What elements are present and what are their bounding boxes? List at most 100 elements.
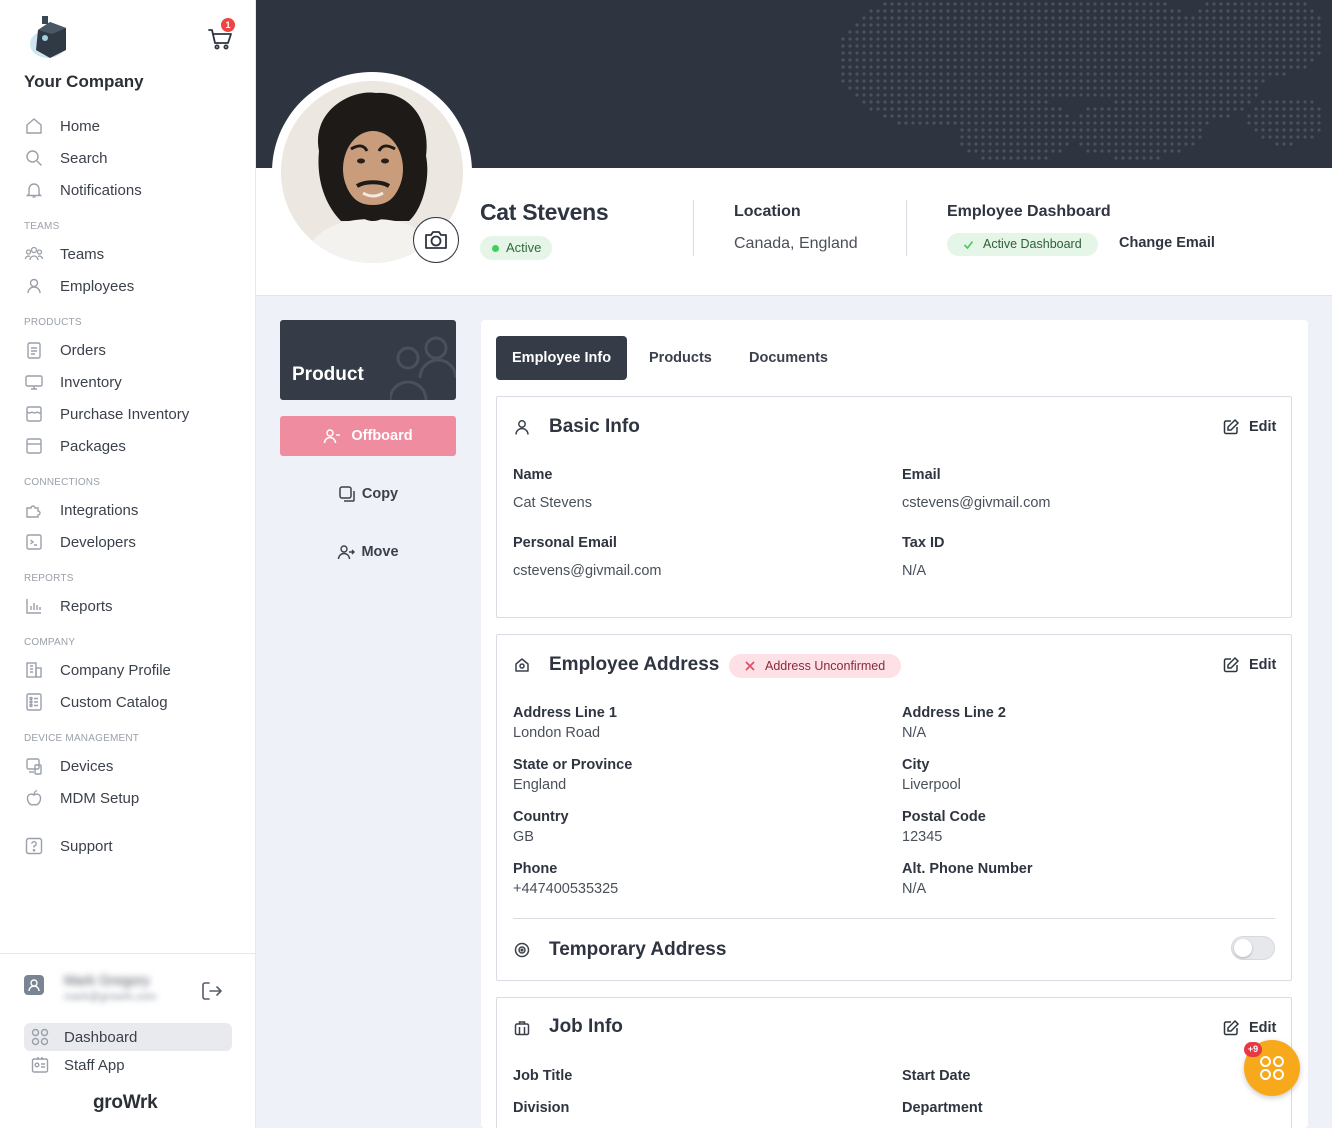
map-dot <box>1030 72 1034 76</box>
sidebar-item-notifications[interactable]: Notifications <box>24 174 234 206</box>
map-dot <box>1009 65 1013 69</box>
map-dot <box>1100 93 1104 97</box>
map-dot <box>918 16 922 20</box>
map-dot <box>1261 23 1265 27</box>
map-dot <box>1233 86 1237 90</box>
map-dot <box>1156 121 1160 125</box>
map-dot <box>1149 72 1153 76</box>
offboard-button[interactable]: Offboard <box>280 416 456 456</box>
map-dot <box>1219 65 1223 69</box>
map-dot <box>1023 51 1027 55</box>
change-email-link[interactable]: Change Email <box>1119 235 1215 251</box>
map-dot <box>925 30 929 34</box>
map-dot <box>960 23 964 27</box>
map-dot <box>1009 30 1013 34</box>
map-dot <box>1156 23 1160 27</box>
map-dot <box>1030 16 1034 20</box>
map-dot <box>1289 100 1293 104</box>
sidebar-item-support[interactable]: Support <box>24 830 234 862</box>
job-info-edit-button[interactable]: Edit <box>1222 1019 1276 1037</box>
map-dot <box>1233 72 1237 76</box>
map-dot <box>890 51 894 55</box>
map-dot <box>1282 2 1286 6</box>
sidebar-item-staff-app[interactable]: Staff App <box>24 1051 232 1079</box>
map-dot <box>911 65 915 69</box>
map-dot <box>1275 16 1279 20</box>
map-dot <box>1058 128 1062 132</box>
avatar[interactable] <box>24 975 44 995</box>
map-dot <box>946 100 950 104</box>
sidebar-item-company-profile[interactable]: Company Profile <box>24 654 234 686</box>
sidebar-item-custom-catalog[interactable]: Custom Catalog <box>24 686 234 718</box>
move-button[interactable]: Move <box>280 537 456 567</box>
sidebar-item-developers[interactable]: Developers <box>24 526 234 558</box>
change-photo-button[interactable] <box>413 217 459 263</box>
map-dot <box>869 100 873 104</box>
map-dot <box>1128 149 1132 153</box>
tab-employee-info[interactable]: Employee Info <box>496 336 628 380</box>
sidebar-item-mdm-setup[interactable]: MDM Setup <box>24 782 234 814</box>
tab-documents[interactable]: Documents <box>749 336 828 380</box>
map-dot <box>1233 23 1237 27</box>
copy-button[interactable]: Copy <box>280 479 456 509</box>
map-dot <box>981 142 985 146</box>
map-dot <box>1156 128 1160 132</box>
map-dot <box>988 142 992 146</box>
map-dot <box>1191 135 1195 139</box>
map-dot <box>1002 23 1006 27</box>
map-dot <box>1275 30 1279 34</box>
map-dot <box>1149 9 1153 13</box>
map-dot <box>1072 121 1076 125</box>
map-dot <box>876 100 880 104</box>
basic-info-edit-button[interactable]: Edit <box>1222 418 1276 436</box>
map-dot <box>1037 16 1041 20</box>
map-dot <box>1170 30 1174 34</box>
map-dot <box>897 93 901 97</box>
logout-icon[interactable] <box>200 980 224 1002</box>
map-dot <box>925 86 929 90</box>
map-dot <box>1093 93 1097 97</box>
sidebar-item-search[interactable]: Search <box>24 142 234 174</box>
sidebar-item-inventory[interactable]: Inventory <box>24 366 234 398</box>
tab-products[interactable]: Products <box>649 336 712 380</box>
map-dot <box>1177 128 1181 132</box>
map-dot <box>946 72 950 76</box>
sidebar-item-dashboard[interactable]: Dashboard <box>24 1023 232 1051</box>
map-dot <box>1226 93 1230 97</box>
map-dot <box>1163 72 1167 76</box>
map-dot <box>876 44 880 48</box>
map-dot <box>1051 142 1055 146</box>
map-dot <box>1289 135 1293 139</box>
map-dot <box>1100 9 1104 13</box>
sidebar-item-devices[interactable]: Devices <box>24 750 234 782</box>
sidebar-item-packages[interactable]: Packages <box>24 430 234 462</box>
sidebar-item-teams[interactable]: Teams <box>24 238 234 270</box>
map-dot <box>995 79 999 83</box>
sidebar-item-purchase-inventory[interactable]: Purchase Inventory <box>24 398 234 430</box>
sidebar-item-home[interactable]: Home <box>24 110 234 142</box>
map-dot <box>1079 128 1083 132</box>
map-dot <box>995 16 999 20</box>
sidebar-item-integrations[interactable]: Integrations <box>24 494 234 526</box>
product-card[interactable]: Product <box>280 320 456 400</box>
map-dot <box>1128 2 1132 6</box>
map-dot <box>904 93 908 97</box>
map-dot <box>946 107 950 111</box>
company-logo[interactable] <box>26 12 76 62</box>
personal-email-label: Personal Email <box>513 535 617 551</box>
edit-icon <box>1222 656 1240 674</box>
sidebar-item-reports[interactable]: Reports <box>24 590 234 622</box>
sidebar-item-orders[interactable]: Orders <box>24 334 234 366</box>
map-dot <box>1030 58 1034 62</box>
map-dot <box>967 86 971 90</box>
map-dot <box>939 114 943 118</box>
map-dot <box>1226 72 1230 76</box>
section-divider <box>513 918 1275 919</box>
map-dot <box>1065 2 1069 6</box>
map-dot <box>1226 2 1230 6</box>
address-edit-button[interactable]: Edit <box>1222 656 1276 674</box>
map-dot <box>883 16 887 20</box>
sidebar-item-employees[interactable]: Employees <box>24 270 234 302</box>
map-dot <box>1037 128 1041 132</box>
temporary-address-toggle[interactable] <box>1231 936 1275 960</box>
